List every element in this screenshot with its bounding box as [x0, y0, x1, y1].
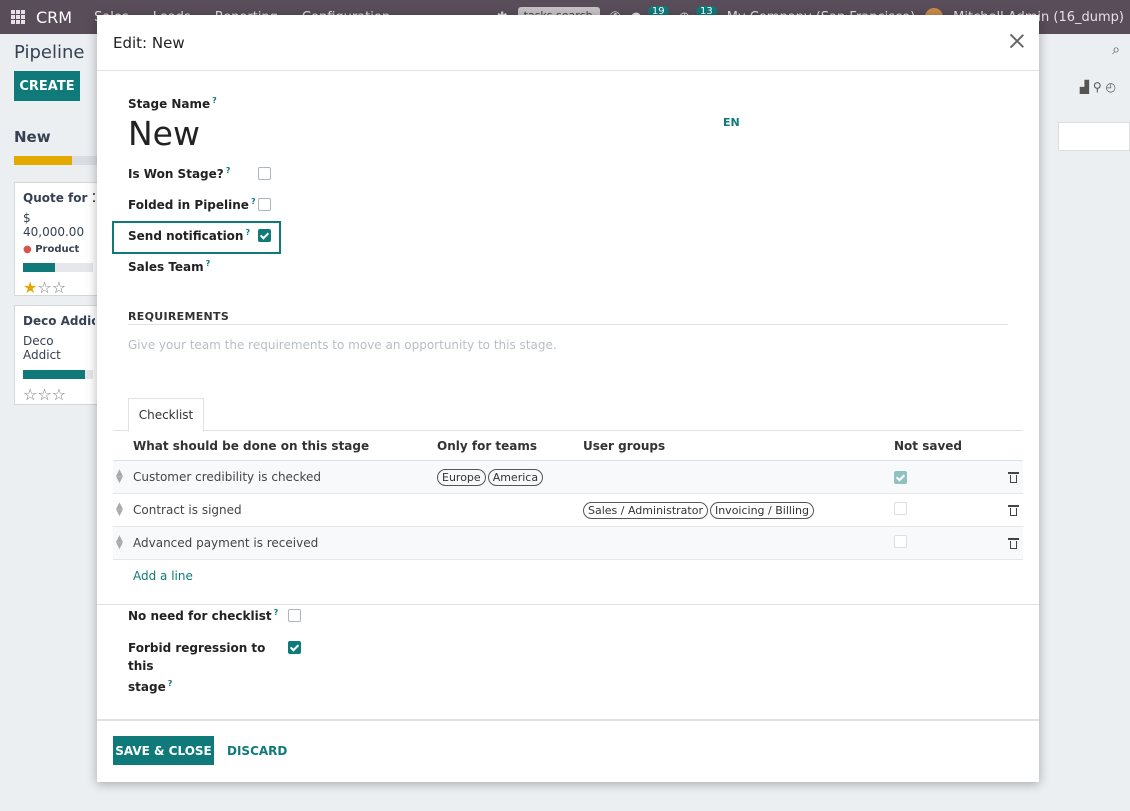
task-cell[interactable]: Customer credibility is checked [133, 470, 321, 484]
help-icon[interactable]: ? [274, 608, 279, 617]
row-checkbox[interactable] [894, 535, 907, 551]
requirements-input[interactable]: Give your team the requirements to move … [128, 338, 557, 352]
help-icon[interactable]: ? [245, 228, 250, 237]
help-icon[interactable]: ? [212, 96, 217, 105]
no-checklist-row: No need for checklist? [128, 608, 301, 623]
forbid-regression-row: Forbid regression to this stage? [128, 639, 301, 696]
requirements-title: REQUIREMENTS [128, 310, 230, 323]
task-cell[interactable]: Contract is signed [133, 503, 242, 517]
help-icon[interactable]: ? [251, 197, 256, 206]
team-tag: America [487, 468, 544, 486]
is-won-label: Is Won Stage?? [128, 166, 231, 181]
help-icon[interactable]: ? [206, 259, 211, 268]
send-notification-checkbox[interactable] [258, 229, 271, 242]
trash-icon[interactable] [1008, 537, 1019, 549]
section-divider [97, 604, 1039, 605]
drag-handle-icon[interactable]: ▲ ▼ [116, 535, 123, 551]
no-checklist-checkbox[interactable] [288, 609, 301, 622]
save-close-button[interactable]: SAVE & CLOSE [113, 736, 214, 765]
folded-checkbox[interactable] [258, 198, 271, 211]
tab-checklist[interactable]: Checklist [128, 398, 204, 432]
column-header-task[interactable]: What should be done on this stage [133, 439, 369, 453]
is-won-checkbox[interactable] [258, 167, 271, 180]
sales-team-row: Sales Team? [128, 259, 210, 274]
column-header-groups[interactable]: User groups [583, 439, 665, 453]
drag-handle-icon[interactable]: ▲ ▼ [116, 502, 123, 518]
send-notification-label: Send notification? [128, 228, 251, 243]
add-line-link[interactable]: Add a line [113, 560, 1023, 592]
column-header-not-saved[interactable]: Not saved [894, 439, 962, 453]
checklist-table: What should be done on this stage Only f… [113, 431, 1023, 592]
language-button[interactable]: EN [723, 116, 740, 129]
row-checkbox[interactable] [894, 470, 907, 485]
discard-button[interactable]: DISCARD [227, 736, 287, 765]
stage-name-field[interactable]: New [128, 114, 200, 153]
forbid-regression-checkbox[interactable] [288, 641, 301, 654]
column-header-teams[interactable]: Only for teams [437, 439, 537, 453]
task-cell[interactable]: Advanced payment is received [133, 536, 318, 550]
group-tag: Sales / Administrator [583, 501, 708, 519]
trash-icon[interactable] [1008, 504, 1019, 516]
folded-label: Folded in Pipeline? [128, 197, 256, 212]
table-row[interactable]: ▲ ▼ Customer credibility is checked Europ… [113, 461, 1023, 494]
no-checklist-label: No need for checklist? [128, 608, 279, 623]
dialog-header: Edit: New [97, 15, 1039, 71]
requirements-divider [128, 324, 1008, 325]
dialog-title: Edit: New [113, 33, 185, 52]
row-checkbox[interactable] [894, 502, 907, 518]
drag-handle-icon[interactable]: ▲ ▼ [116, 469, 123, 485]
close-icon[interactable] [1009, 33, 1025, 49]
help-icon[interactable]: ? [168, 679, 173, 688]
sales-team-label: Sales Team? [128, 259, 211, 274]
forbid-regression-label: Forbid regression to this stage? [128, 641, 266, 694]
team-tag: Europe [437, 468, 486, 486]
footer-divider [97, 719, 1039, 721]
send-notification-row: Send notification? [128, 228, 271, 243]
groups-cell[interactable]: Sales / Administrator Invoicing / Billin… [583, 501, 814, 519]
edit-stage-dialog: Edit: New Stage Name? New EN Is Won Stag… [97, 15, 1039, 782]
table-row[interactable]: ▲ ▼ Contract is signed Sales / Administra… [113, 494, 1023, 527]
trash-icon[interactable] [1008, 471, 1019, 483]
group-tag: Invoicing / Billing [709, 501, 814, 519]
is-won-row: Is Won Stage?? [128, 166, 271, 181]
folded-row: Folded in Pipeline? [128, 197, 271, 212]
teams-cell[interactable]: Europe America [437, 468, 544, 486]
help-icon[interactable]: ? [226, 166, 231, 175]
tabs-bar: Checklist [113, 398, 1023, 432]
table-row[interactable]: ▲ ▼ Advanced payment is received [113, 527, 1023, 560]
table-header: What should be done on this stage Only f… [113, 431, 1023, 461]
stage-name-label: Stage Name? [128, 96, 217, 111]
